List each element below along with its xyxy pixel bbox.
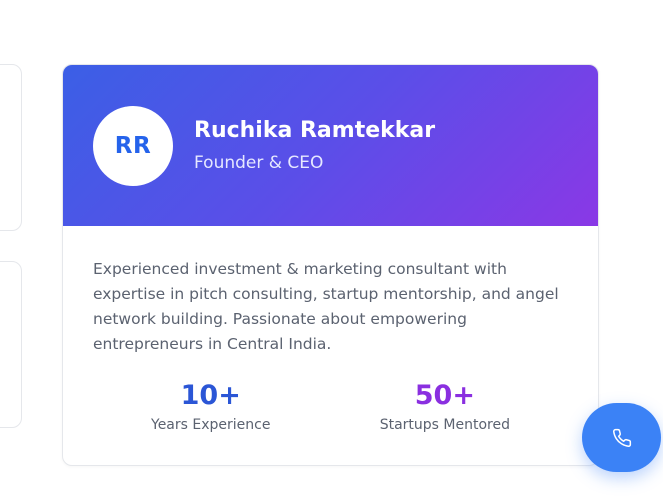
stat-years-experience: 10+ Years Experience [151, 381, 270, 433]
team-card-partial-bottom [0, 261, 22, 428]
avatar-initials: RR [114, 132, 152, 159]
call-button[interactable] [582, 403, 661, 472]
team-card-partial-top [0, 64, 22, 231]
profile-name: Ruchika Ramtekkar [194, 118, 436, 144]
profile-role: Founder & CEO [194, 152, 324, 173]
profile-card-header: RR Ruchika Ramtekkar Founder & CEO [63, 65, 598, 226]
page: RR Ruchika Ramtekkar Founder & CEO Exper… [0, 0, 663, 502]
stat-value: 50+ [414, 380, 475, 411]
stat-value: 10+ [180, 380, 241, 411]
stat-label: Years Experience [151, 416, 271, 433]
phone-icon [612, 428, 631, 447]
profile-identity: Ruchika Ramtekkar Founder & CEO [194, 118, 435, 172]
profile-stats: 10+ Years Experience 50+ Startups Mentor… [93, 381, 568, 433]
stat-startups-mentored: 50+ Startups Mentored [380, 381, 510, 433]
stat-label: Startups Mentored [379, 416, 510, 433]
avatar: RR [93, 105, 173, 186]
profile-card: RR Ruchika Ramtekkar Founder & CEO Exper… [62, 64, 599, 466]
profile-card-body: Experienced investment & marketing consu… [63, 226, 598, 433]
profile-bio: Experienced investment & marketing consu… [93, 260, 559, 353]
